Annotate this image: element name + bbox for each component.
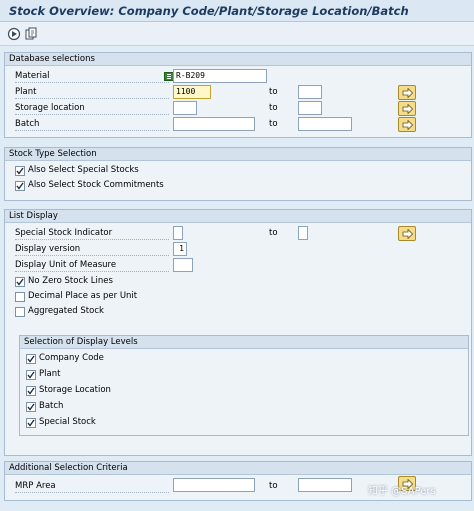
checkbox-box[interactable] [26,402,36,412]
display-levels-group: Selection of Display Levels Company Code… [19,335,469,436]
check-icon [16,278,24,286]
special-stock-indicator-label: Special Stock Indicator [15,227,169,240]
application-toolbar [0,22,474,46]
page-title: Stock Overview: Company Code/Plant/Stora… [9,4,409,18]
storage-location-to-field[interactable] [298,101,322,115]
display-unit-label: Display Unit of Measure [15,259,169,272]
display-version-label: Display version [15,243,169,256]
execute-icon[interactable] [7,27,21,41]
storage-location-label: Storage location [15,102,169,115]
group-header: Selection of Display Levels [20,336,468,349]
plant-label: Plant [15,86,169,99]
checkbox-box[interactable] [26,354,36,364]
arrow-right-icon [402,229,413,239]
storage-location-from-field[interactable] [173,101,197,115]
group-header: Stock Type Selection [5,148,471,161]
group-header: Additional Selection Criteria [5,462,471,475]
mrp-area-to-label: to [269,481,278,491]
material-label: Material [15,70,169,83]
watermark: 知乎 @SAPers [368,486,436,497]
plant-multiple-selection-button[interactable] [398,85,416,100]
arrow-right-icon [402,88,413,98]
arrow-right-icon [402,120,413,130]
special-stock-indicator-to-field[interactable] [298,226,308,240]
checkbox-box[interactable] [15,166,25,176]
checkbox-box[interactable] [26,370,36,380]
display-unit-field[interactable] [173,258,193,272]
checkbox-box[interactable] [15,277,25,287]
check-icon [27,419,35,427]
mrp-area-to-field[interactable] [298,478,352,492]
plant-to-label: to [269,87,278,97]
batch-to-label: to [269,119,278,129]
plant-to-field[interactable] [298,85,322,99]
list-display-group: List Display Special Stock Indicator to … [4,209,472,456]
material-field[interactable]: R-B209 [173,69,267,83]
special-stock-indicator-to-label: to [269,228,278,238]
checkbox-box[interactable] [15,181,25,191]
mrp-area-label: MRP Area [15,480,169,493]
special-stock-indicator-from-field[interactable] [173,226,183,240]
get-variant-icon[interactable] [24,27,38,41]
plant-from-field[interactable]: 1100 [173,85,211,99]
checkbox-box[interactable] [15,307,25,317]
display-version-field[interactable]: 1 [173,242,187,256]
mrp-area-from-field[interactable] [173,478,255,492]
check-icon [16,182,24,190]
check-icon [27,371,35,379]
group-header: List Display [5,210,471,223]
checkbox-box[interactable] [26,418,36,428]
title-bar: Stock Overview: Company Code/Plant/Stora… [0,0,474,22]
stock-type-selection-group: Stock Type Selection Also Select Special… [4,147,472,201]
check-icon [27,355,35,363]
storage-location-multiple-selection-button[interactable] [398,101,416,116]
batch-to-field[interactable] [298,117,352,131]
arrow-right-icon [402,104,413,114]
check-icon [27,387,35,395]
checkbox-box[interactable] [15,292,25,302]
group-header: Database selections [5,53,471,66]
storage-location-to-label: to [269,103,278,113]
batch-label: Batch [15,118,169,131]
check-icon [27,403,35,411]
check-icon [16,167,24,175]
batch-multiple-selection-button[interactable] [398,117,416,132]
batch-from-field[interactable] [173,117,255,131]
special-stock-multiple-selection-button[interactable] [398,226,416,241]
database-selections-group: Database selections Material R-B209 Plan… [4,52,472,138]
checkbox-box[interactable] [26,386,36,396]
